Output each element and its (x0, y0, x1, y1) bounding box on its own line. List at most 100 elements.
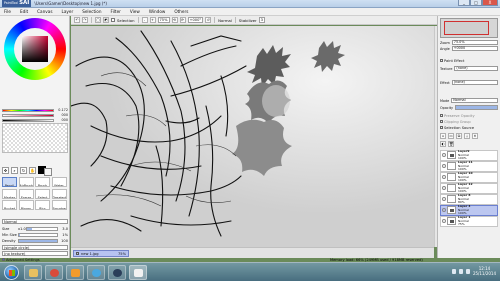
navigator-angle-row[interactable]: Angle +0000 (440, 46, 498, 51)
start-button[interactable] (4, 265, 19, 280)
saturation-slider[interactable]: 000 (2, 113, 68, 117)
density-row[interactable]: Density 100 (2, 238, 68, 243)
effect-row[interactable]: Effect (none) (440, 80, 498, 85)
layer-item[interactable]: Layer 11 Normal 100% (440, 160, 498, 172)
invert-selection-icon[interactable]: ◩ (103, 17, 109, 23)
eye-icon[interactable] (442, 208, 446, 213)
merge-layer-icon[interactable]: ⤓ (464, 132, 470, 139)
taskbar-app-sai[interactable] (129, 265, 147, 280)
move-icon[interactable]: ✥ (2, 166, 9, 174)
layer-opacity-row[interactable]: Opacity (440, 105, 498, 110)
layer-item[interactable]: Layer9 Normal 100% (440, 149, 498, 161)
rotate-right-icon[interactable]: ⟳ (179, 17, 186, 23)
preserve-opacity-toggle[interactable]: Preserve Opacity (440, 113, 498, 118)
saturation-value-square[interactable] (22, 36, 48, 62)
menu-canvas[interactable]: Canvas (37, 9, 52, 14)
clear-layer-icon[interactable]: ✕ (472, 132, 478, 139)
menu-selection[interactable]: Selection (82, 9, 101, 14)
zoom-icon[interactable]: ⌕ (11, 166, 18, 174)
zoom-in-icon[interactable]: + (149, 17, 156, 23)
eye-icon[interactable] (442, 197, 446, 202)
brush-texture-select[interactable]: (no texture) (2, 251, 68, 256)
deselect-icon[interactable]: ▢ (95, 17, 101, 23)
reset-rotation-icon[interactable]: ↺ (205, 17, 212, 23)
brush-deselect[interactable]: Deselect (51, 188, 67, 199)
navigator-zoom-field[interactable]: 75.0% (451, 40, 498, 45)
brush-size-row[interactable]: Size x1.0 3.0 (2, 226, 68, 231)
navigator-angle-field[interactable]: +0000 (451, 46, 498, 51)
brush-water[interactable]: Water (51, 177, 67, 187)
menu-file[interactable]: File (4, 9, 11, 14)
menu-filter[interactable]: Filter (111, 9, 121, 14)
layer-mask-icon[interactable]: ◐ (440, 140, 446, 147)
brush-pencil[interactable]: Pencil (2, 177, 17, 187)
rotate-icon[interactable]: ↻ (20, 166, 27, 174)
taskbar-app-media[interactable] (66, 265, 84, 280)
eye-icon[interactable] (442, 175, 446, 180)
document-tab[interactable]: new 1.jpg 75% (73, 250, 129, 257)
texture-row[interactable]: Texture (none) (440, 66, 498, 71)
network-icon[interactable] (452, 269, 456, 274)
redo-icon[interactable]: ↷ (82, 17, 88, 23)
new-layer-icon[interactable]: ▫ (440, 132, 446, 139)
brush-select[interactable]: Select (35, 188, 50, 199)
normal-view-button[interactable]: Normal (218, 18, 232, 23)
layer-item[interactable]: Layer 1 Normal 75% (440, 215, 498, 227)
navigator-zoom-row[interactable]: Zoom 75.0% (440, 40, 498, 45)
drawing-canvas[interactable] (71, 26, 434, 247)
menu-others[interactable]: Others (174, 9, 188, 14)
color-wheel[interactable] (4, 18, 66, 80)
close-button[interactable]: X (482, 0, 498, 6)
eye-icon[interactable] (442, 186, 446, 191)
brush-marker[interactable]: Marker (2, 188, 17, 199)
menu-layer[interactable]: Layer (62, 9, 74, 14)
blend-mode-select[interactable]: Normal (2, 219, 68, 224)
menu-view[interactable]: View (130, 9, 140, 14)
brush-bucket[interactable]: Bucket (2, 200, 17, 210)
selection-checkbox[interactable] (111, 18, 115, 22)
layer-item[interactable]: Layer 12 Normal 100% (440, 182, 498, 194)
brush-brush[interactable]: Brush (35, 177, 50, 187)
layer-item-selected[interactable]: Layer 4 Normal 100% (440, 204, 498, 216)
taskbar-app-steam[interactable] (108, 265, 126, 280)
delete-layer-icon[interactable]: 🗑 (448, 140, 454, 147)
paint-effect-header[interactable]: Paint Effect (440, 58, 498, 63)
brush-airbrush[interactable]: AirBrush (18, 177, 34, 187)
eye-icon[interactable] (442, 164, 446, 169)
hue-slider[interactable]: 0.172 (2, 108, 68, 112)
value-slider[interactable]: 000 (2, 118, 68, 122)
eye-icon[interactable] (442, 153, 446, 158)
rotation-field[interactable]: +000° (187, 17, 204, 23)
taskbar-app-chat[interactable] (87, 265, 105, 280)
new-folder-icon[interactable]: ▭ (448, 132, 454, 139)
background-color-swatch[interactable] (44, 168, 52, 176)
navigator-view-frame[interactable] (444, 21, 489, 35)
copy-layer-icon[interactable]: ⧉ (456, 132, 462, 139)
opacity-slider[interactable] (455, 105, 498, 110)
close-document-icon[interactable] (76, 251, 79, 255)
hand-icon[interactable]: ✋ (29, 166, 36, 174)
selection-source-toggle[interactable]: Selection Source (440, 125, 498, 130)
zoom-field[interactable]: 75% (157, 17, 170, 23)
taskbar-app-browser[interactable] (45, 265, 63, 280)
undo-icon[interactable]: ↶ (74, 17, 80, 23)
brush-eraser[interactable]: Eraser (18, 188, 34, 199)
color-swatches[interactable] (2, 123, 68, 153)
flag-icon[interactable] (466, 269, 470, 274)
brush-binary[interactable]: Binary (18, 200, 34, 210)
brush-blur[interactable]: Blur (35, 200, 50, 210)
brush-smudge[interactable]: Smudge (51, 200, 67, 210)
brush-shape-select[interactable]: (simple circle) (2, 245, 68, 250)
layer-item[interactable]: Layer 10 Normal 100% (440, 171, 498, 183)
rotate-left-icon[interactable]: ⟲ (171, 17, 178, 23)
navigator-preview[interactable] (440, 18, 498, 38)
minimize-button[interactable]: _ (458, 0, 470, 6)
maximize-button[interactable]: □ (470, 0, 482, 6)
volume-icon[interactable] (459, 269, 463, 274)
min-size-row[interactable]: Min Size 1% (2, 232, 68, 237)
clipping-group-toggle[interactable]: Clipping Group (440, 119, 498, 124)
layer-mode-row[interactable]: Mode Normal (440, 98, 498, 103)
menu-edit[interactable]: Edit (20, 9, 28, 14)
clock[interactable]: 12:14 25/11/2014 (473, 266, 496, 276)
stabilizer-field[interactable]: 3 (258, 17, 265, 23)
